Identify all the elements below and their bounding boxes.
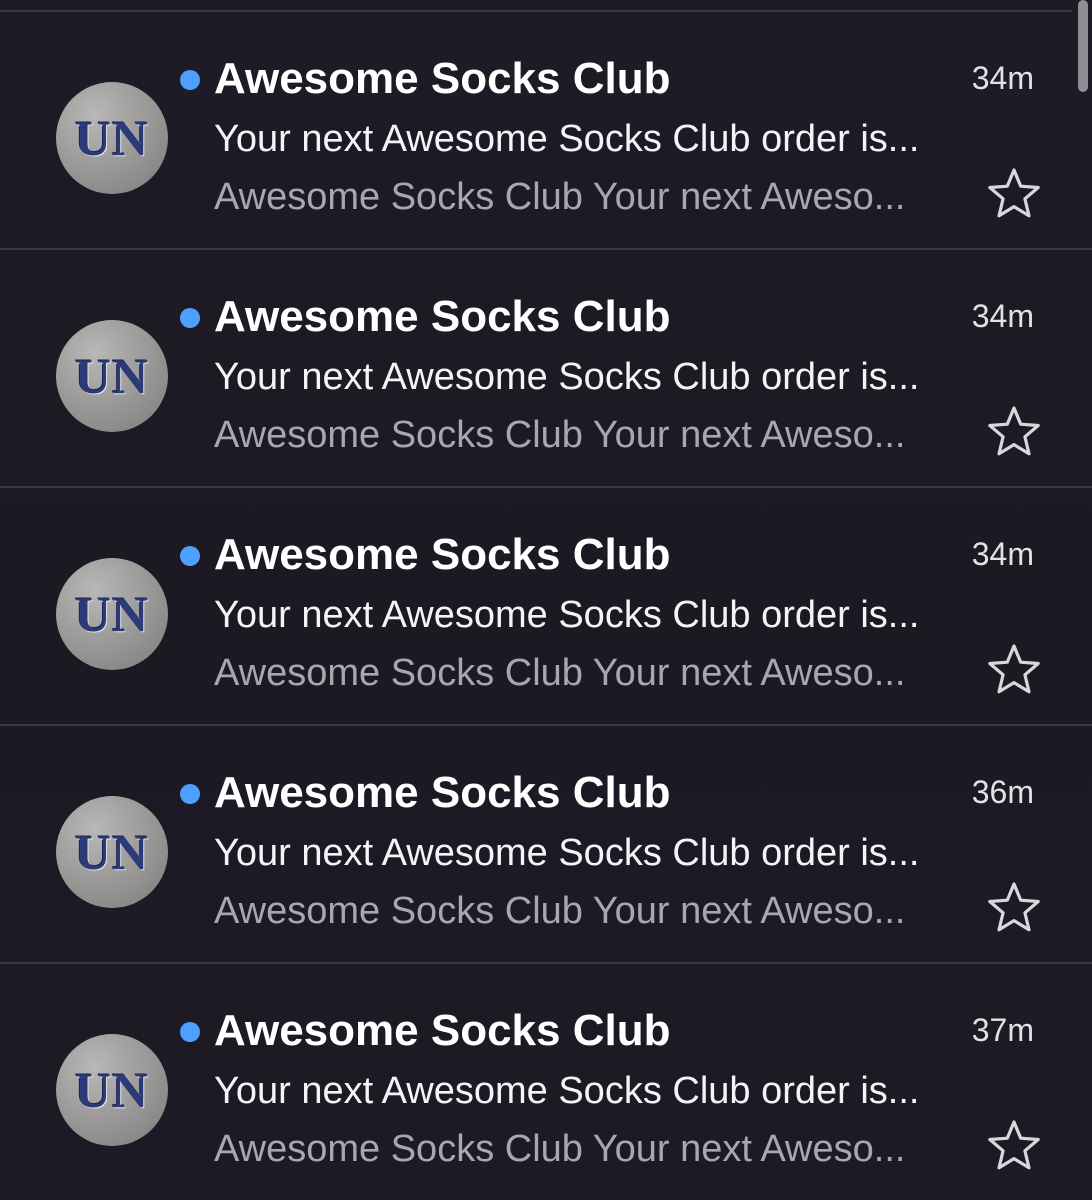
sender-name: Awesome Socks Club [214,1006,671,1055]
sender-avatar: UN [56,82,168,194]
avatar-initials: UN [74,348,150,404]
avatar-initials: UN [74,1062,150,1118]
unread-indicator [180,1022,200,1042]
sender-name: Awesome Socks Club [214,768,671,817]
email-row[interactable]: UN Awesome Socks Club 36m Your next Awes… [0,726,1092,964]
avatar-initials: UN [74,110,150,166]
email-row[interactable]: UN Awesome Socks Club 34m Your next Awes… [0,488,1092,726]
email-list: UN Awesome Socks Club 34m Your next Awes… [0,12,1092,1200]
email-row[interactable]: UN Awesome Socks Club 34m Your next Awes… [0,250,1092,488]
unread-indicator [180,70,200,90]
email-row[interactable]: UN Awesome Socks Club 34m Your next Awes… [0,12,1092,250]
received-time: 36m [971,774,1034,810]
email-preview: Awesome Socks Club Your next Aweso... [214,890,906,932]
mail-inbox-screen: UN Awesome Socks Club 34m Your next Awes… [0,0,1092,1200]
email-subject: Your next Awesome Socks Club order is... [214,832,920,874]
received-time: 34m [971,298,1034,334]
email-subject: Your next Awesome Socks Club order is... [214,594,920,636]
avatar-initials: UN [74,586,150,642]
email-preview: Awesome Socks Club Your next Aweso... [214,1128,906,1170]
received-time: 34m [971,60,1034,96]
unread-indicator [180,546,200,566]
unread-indicator [180,784,200,804]
avatar-initials: UN [74,824,150,880]
received-time: 37m [971,1012,1034,1048]
sender-avatar: UN [56,1034,168,1146]
star-icon[interactable] [984,402,1044,462]
email-subject: Your next Awesome Socks Club order is... [214,118,920,160]
email-subject: Your next Awesome Socks Club order is... [214,1070,920,1112]
email-subject: Your next Awesome Socks Club order is... [214,356,920,398]
sender-name: Awesome Socks Club [214,54,671,103]
sender-name: Awesome Socks Club [214,530,671,579]
email-preview: Awesome Socks Club Your next Aweso... [214,176,906,218]
star-icon[interactable] [984,164,1044,224]
received-time: 34m [971,536,1034,572]
star-icon[interactable] [984,1116,1044,1176]
star-icon[interactable] [984,640,1044,700]
email-row[interactable]: UN Awesome Socks Club 37m Your next Awes… [0,964,1092,1200]
sender-avatar: UN [56,558,168,670]
email-preview: Awesome Socks Club Your next Aweso... [214,414,906,456]
star-icon[interactable] [984,878,1044,938]
sender-avatar: UN [56,796,168,908]
unread-indicator [180,308,200,328]
email-preview: Awesome Socks Club Your next Aweso... [214,652,906,694]
sender-name: Awesome Socks Club [214,292,671,341]
sender-avatar: UN [56,320,168,432]
